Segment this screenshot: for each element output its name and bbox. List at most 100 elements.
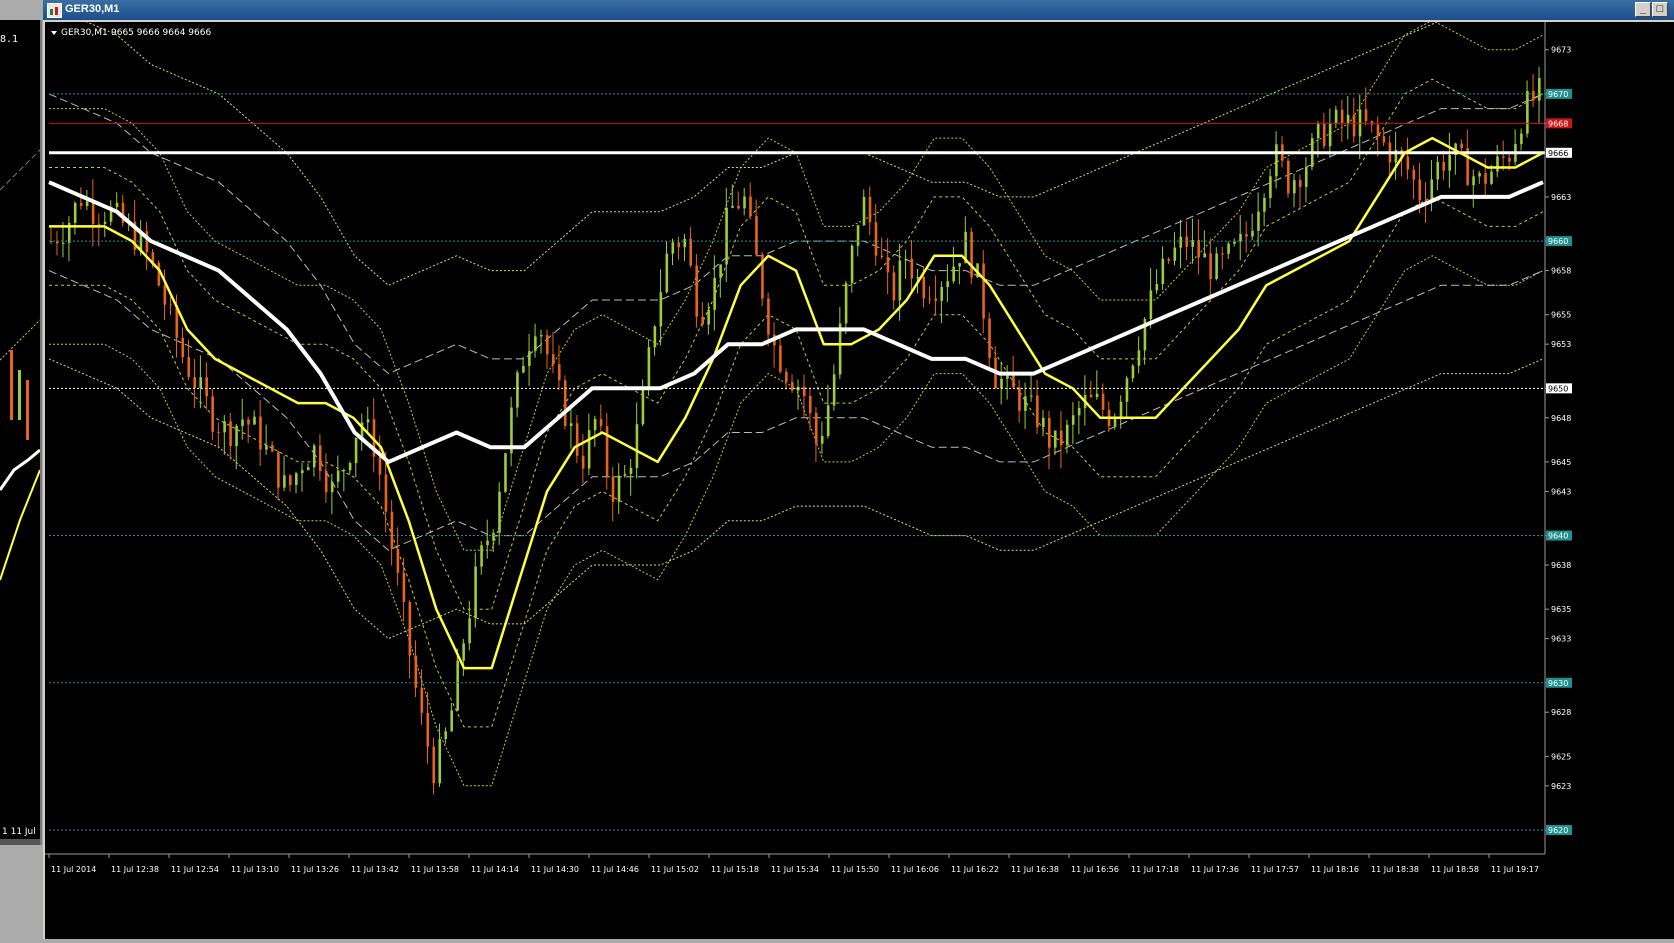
price-axis-label: 9658 [1551, 267, 1571, 276]
candle-body [1376, 124, 1380, 137]
candle-body [1137, 350, 1141, 366]
price-axis-label: 9655 [1551, 311, 1571, 320]
candle-body [1155, 284, 1159, 291]
candle-body [408, 601, 412, 656]
candle-body [832, 374, 836, 406]
candle-body [348, 463, 352, 471]
candle-body [701, 316, 704, 325]
candle-body [1269, 176, 1272, 198]
candle-body [731, 205, 734, 208]
candle-body [199, 377, 202, 388]
candle-body [617, 475, 621, 502]
price-axis-label: 9623 [1551, 782, 1571, 791]
candle-body [743, 196, 746, 209]
candle-body [707, 309, 710, 325]
candle-body [223, 421, 226, 433]
candle-body [1101, 393, 1105, 410]
candle-body [1298, 180, 1302, 187]
candle-body [271, 445, 274, 452]
candle-body [486, 540, 489, 546]
candle-body [492, 532, 495, 541]
candle-body [820, 435, 824, 444]
window-titlebar[interactable]: GER30,M1 _ □ [43, 0, 1674, 20]
candle-body [982, 263, 985, 319]
candle-body [767, 298, 770, 335]
candle-body [528, 351, 531, 366]
candle-body [516, 372, 519, 408]
candle-body [504, 453, 507, 492]
candle-body [665, 253, 669, 293]
candle-body [1053, 430, 1057, 448]
price-chart[interactable]: 9673 9670 9668 9666 9663 9660 9658 9655 9653 9650… [45, 5, 1674, 939]
candle-body [611, 476, 615, 502]
candle-body [229, 421, 232, 446]
candle-body [468, 618, 471, 644]
candle-body [1251, 230, 1254, 237]
candle-body [1065, 424, 1069, 446]
candle-body [295, 473, 298, 485]
candle-body [1412, 169, 1416, 180]
candle-body [1508, 157, 1511, 162]
candle-body [1478, 173, 1481, 177]
candle-body [1382, 136, 1386, 143]
candle-body [1442, 161, 1446, 171]
candle-body [737, 205, 740, 209]
maximize-button[interactable]: □ [1652, 2, 1668, 17]
candle-body [1490, 171, 1493, 184]
candle-body [569, 423, 573, 427]
candle-body [450, 710, 453, 732]
candle-body [342, 470, 346, 472]
candle-body [79, 202, 83, 206]
left-window-scrollbar[interactable] [0, 839, 40, 845]
candle-body [1263, 197, 1266, 212]
candle-body [1436, 161, 1440, 180]
candle-body [187, 357, 191, 378]
candle-body [1203, 253, 1206, 258]
candle-body [856, 225, 860, 246]
candle-body [587, 430, 591, 469]
background-chart-window[interactable]: 8.1 1 11 Jul [0, 20, 42, 845]
candle-body [958, 263, 961, 267]
candle-body [61, 242, 65, 244]
chart-area[interactable]: 9673 9670 9668 9666 9663 9660 9658 9655 9653 9650… [45, 5, 1674, 939]
candle-body [1257, 211, 1260, 231]
minimize-button[interactable]: _ [1635, 2, 1651, 17]
time-axis-label: 11 Jul 16:38 [1011, 865, 1059, 874]
chart-window[interactable]: GER30,M1 _ □ 9673 9670 9668 9666 9663 9660 965… [43, 0, 1674, 939]
candle-body [970, 231, 973, 278]
price-level-marker-label: 9668 [1548, 119, 1568, 128]
left-window-chart [0, 149, 40, 581]
candle-body [653, 326, 657, 348]
candle-body [1418, 179, 1422, 201]
candle-body [892, 272, 896, 301]
candle-body [1316, 122, 1320, 139]
candle-body [683, 238, 687, 248]
candle-body [289, 475, 292, 485]
time-axis-label: 11 Jul 16:06 [891, 865, 939, 874]
candle-body [540, 335, 543, 337]
candle-body [1346, 114, 1350, 124]
candle-body [1125, 378, 1129, 402]
candle-body [1460, 143, 1463, 149]
price-level-marker-label: 9670 [1548, 90, 1568, 99]
candle-body [677, 242, 681, 248]
candle-body [695, 265, 699, 317]
candle-body [1018, 387, 1021, 411]
candle-body [378, 456, 382, 475]
candle-body [534, 336, 537, 352]
time-axis-label: 11 Jul 12:38 [111, 865, 159, 874]
candle-body [1275, 144, 1278, 177]
candle-body [1077, 407, 1081, 416]
time-axis-label: 11 Jul 14:30 [531, 865, 579, 874]
moving-averages [48, 136, 1544, 670]
candle-body [318, 445, 322, 472]
candle-body [1179, 236, 1183, 248]
envelope-band-line [49, 78, 1544, 610]
candle-body [916, 276, 920, 279]
candle-body [1036, 395, 1039, 428]
candle-body [474, 566, 477, 619]
envelope-band-line [48, 270, 1544, 551]
candle-body [1502, 156, 1505, 158]
chart-menu-icon[interactable] [51, 31, 57, 35]
candle-body [922, 276, 926, 299]
